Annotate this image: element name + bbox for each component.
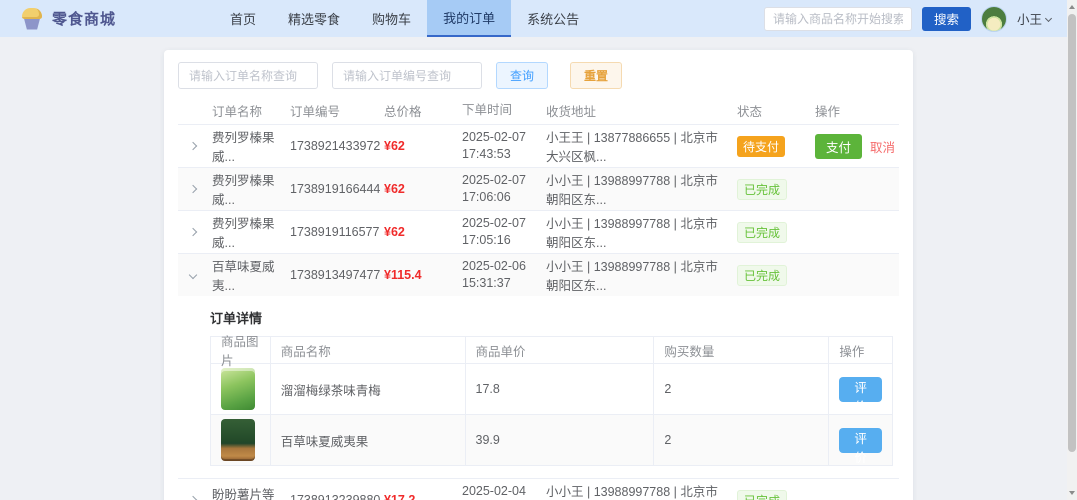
order-number: 1738921433972 [286, 139, 380, 153]
order-detail-title: 订单详情 [210, 308, 893, 327]
search-button[interactable]: 搜索 [922, 7, 971, 31]
table-row: 费列罗榛果威... 1738919166444 ¥62 2025-02-0717… [178, 168, 899, 211]
status-badge-pending: 待支付 [737, 136, 785, 157]
rate-button[interactable]: 评价 [839, 377, 882, 402]
order-address: 小小王 | 13988997788 | 北京市朝阳区东... [542, 481, 733, 500]
product-search-input[interactable] [764, 7, 912, 31]
expand-row-icon[interactable] [189, 496, 197, 500]
scrollbar-thumb[interactable] [1068, 14, 1076, 452]
order-name: 百草味夏威夷... [208, 256, 286, 294]
product-name: 百草味夏威夷果 [271, 415, 466, 465]
product-qty: 2 [654, 364, 829, 414]
order-address: 小小王 | 13988997788 | 北京市朝阳区东... [542, 213, 733, 251]
scroll-down-icon[interactable] [1067, 486, 1077, 500]
product-price: 39.9 [466, 415, 655, 465]
main-nav: 首页 精选零食 购物车 我的订单 系统公告 [214, 0, 595, 37]
chevron-down-icon [1045, 15, 1052, 22]
order-time: 2025-02-0717:06:06 [458, 172, 542, 206]
col-product-image: 商品图片 [211, 337, 271, 363]
order-time: 2025-02-0415:27:19 [458, 483, 542, 500]
col-total-price: 总价格 [380, 101, 458, 120]
order-number: 1738913239880 [286, 493, 380, 500]
user-avatar[interactable] [981, 6, 1007, 32]
col-status: 状态 [733, 101, 811, 120]
product-price: 17.8 [466, 364, 655, 414]
order-time: 2025-02-0717:43:53 [458, 129, 542, 163]
status-badge-done: 已完成 [737, 179, 787, 200]
collapse-row-icon[interactable] [189, 271, 197, 279]
green-plum-pouch-image [221, 368, 255, 410]
order-name: 费列罗榛果威... [208, 127, 286, 165]
vertical-scrollbar[interactable] [1067, 0, 1077, 500]
order-price: ¥17.2 [384, 493, 415, 500]
table-row: 盼盼薯片等2... 1738913239880 ¥17.2 2025-02-04… [178, 479, 899, 500]
cupcake-icon [20, 8, 44, 30]
detail-table-header: 商品图片 商品名称 商品单价 购买数量 操作 [211, 337, 892, 364]
order-price: ¥115.4 [384, 268, 422, 282]
orders-card: 查询 重置 订单名称 订单编号 总价格 下单时间 收货地址 状态 操作 费列罗榛… [164, 50, 913, 500]
col-quantity: 购买数量 [654, 337, 829, 363]
expand-row-icon[interactable] [189, 185, 197, 193]
brand-title: 零食商城 [52, 8, 116, 29]
cancel-link[interactable]: 取消 [870, 137, 895, 156]
order-number: 1738919166444 [286, 182, 380, 196]
header-right: 搜索 小王 [764, 0, 1077, 37]
col-address: 收货地址 [542, 101, 733, 120]
table-row-expanded: 百草味夏威夷... 1738913497477 ¥115.4 2025-02-0… [178, 254, 899, 296]
product-name: 溜溜梅绿茶味青梅 [271, 364, 466, 414]
order-price: ¥62 [384, 182, 405, 196]
top-header: 零食商城 首页 精选零食 购物车 我的订单 系统公告 搜索 小王 [0, 0, 1077, 37]
nav-item-cart[interactable]: 购物车 [356, 0, 427, 37]
order-address: 小王王 | 13877886655 | 北京市大兴区枫... [542, 127, 733, 165]
order-name: 费列罗榛果威... [208, 213, 286, 251]
order-number: 1738919116577 [286, 225, 380, 239]
order-time: 2025-02-0615:31:37 [458, 258, 542, 292]
product-qty: 2 [654, 415, 829, 465]
brand: 零食商城 [20, 0, 116, 37]
nav-item-my-orders[interactable]: 我的订单 [427, 0, 511, 37]
order-price: ¥62 [384, 139, 405, 153]
col-operations: 操作 [811, 101, 899, 120]
col-unit-price: 商品单价 [466, 337, 655, 363]
detail-row: 溜溜梅绿茶味青梅 17.8 2 评价 [211, 364, 892, 415]
user-menu[interactable]: 小王 [1017, 9, 1051, 28]
col-product-name: 商品名称 [271, 337, 466, 363]
status-badge-done: 已完成 [737, 490, 787, 500]
scroll-up-icon[interactable] [1067, 0, 1077, 14]
detail-row: 百草味夏威夷果 39.9 2 评价 [211, 415, 892, 466]
query-button[interactable]: 查询 [496, 62, 548, 89]
reset-button[interactable]: 重置 [570, 62, 622, 89]
order-name: 盼盼薯片等2... [208, 484, 286, 500]
col-detail-operations: 操作 [829, 337, 892, 363]
order-time: 2025-02-0717:05:16 [458, 215, 542, 249]
orders-table: 订单名称 订单编号 总价格 下单时间 收货地址 状态 操作 费列罗榛果威... … [178, 97, 899, 500]
table-row: 费列罗榛果威... 1738921433972 ¥62 2025-02-0717… [178, 125, 899, 168]
order-price: ¥62 [384, 225, 405, 239]
filter-bar: 查询 重置 [178, 62, 899, 89]
table-row: 费列罗榛果威... 1738919116577 ¥62 2025-02-0717… [178, 211, 899, 254]
order-number-filter-input[interactable] [332, 62, 482, 89]
pay-button[interactable]: 支付 [815, 134, 862, 159]
expand-row-icon[interactable] [189, 228, 197, 236]
macadamia-nut-jar-image [221, 419, 255, 461]
username-label: 小王 [1017, 9, 1042, 28]
nav-item-home[interactable]: 首页 [214, 0, 272, 37]
status-badge-done: 已完成 [737, 222, 787, 243]
order-detail-section: 订单详情 商品图片 商品名称 商品单价 购买数量 操作 溜溜梅绿茶味青梅 17.… [178, 296, 899, 479]
orders-table-header: 订单名称 订单编号 总价格 下单时间 收货地址 状态 操作 [178, 97, 899, 125]
order-number: 1738913497477 [286, 268, 380, 282]
order-detail-table: 商品图片 商品名称 商品单价 购买数量 操作 溜溜梅绿茶味青梅 17.8 2 评… [210, 336, 893, 466]
col-order-number: 订单编号 [286, 101, 380, 120]
order-address: 小小王 | 13988997788 | 北京市朝阳区东... [542, 170, 733, 208]
expand-row-icon[interactable] [189, 142, 197, 150]
order-address: 小小王 | 13988997788 | 北京市朝阳区东... [542, 256, 733, 294]
nav-item-featured-snacks[interactable]: 精选零食 [272, 0, 356, 37]
order-name: 费列罗榛果威... [208, 170, 286, 208]
order-name-filter-input[interactable] [178, 62, 318, 89]
status-badge-done: 已完成 [737, 265, 787, 286]
nav-item-announcements[interactable]: 系统公告 [511, 0, 595, 37]
col-order-name: 订单名称 [208, 101, 286, 120]
col-order-time: 下单时间 [458, 102, 542, 119]
rate-button[interactable]: 评价 [839, 428, 882, 453]
